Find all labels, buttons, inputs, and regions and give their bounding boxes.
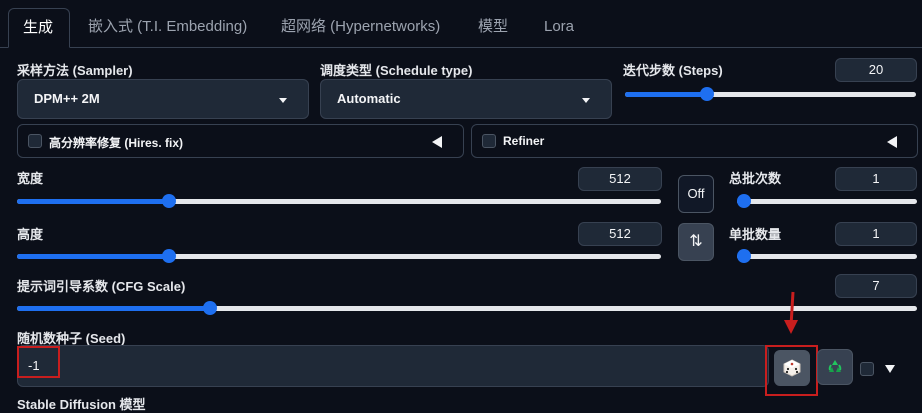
seed-input[interactable]: -1 xyxy=(17,345,769,387)
extra-seed-checkbox[interactable] xyxy=(860,362,874,376)
annotation-arrow-icon xyxy=(784,291,798,334)
seed-highlight-box xyxy=(17,346,60,378)
triangle-down-icon[interactable] xyxy=(884,364,896,374)
refiner-label: Refiner xyxy=(503,134,545,148)
sd-model-label: Stable Diffusion 模型 xyxy=(17,397,146,412)
tab-embedding[interactable]: 嵌入式 (T.I. Embedding) xyxy=(88,8,247,48)
slider-thumb[interactable] xyxy=(203,301,218,315)
sampler-dropdown[interactable]: DPM++ 2M xyxy=(17,79,309,119)
collapse-arrow-icon[interactable] xyxy=(432,136,442,148)
chevron-down-icon xyxy=(582,98,590,103)
chevron-down-icon xyxy=(279,98,287,103)
slider-thumb[interactable] xyxy=(737,194,751,208)
hires-fix-checkbox[interactable] xyxy=(28,134,42,148)
batch-size-label: 单批数量 xyxy=(729,227,782,242)
refiner-accordion[interactable]: Refiner xyxy=(471,124,918,158)
reuse-seed-button[interactable] xyxy=(817,349,853,385)
height-slider[interactable] xyxy=(17,248,661,264)
batch-count-label: 总批次数 xyxy=(729,171,782,186)
swap-dimensions-button[interactable]: ⇅ xyxy=(678,223,714,261)
schedule-dropdown[interactable]: Automatic xyxy=(320,79,612,119)
tab-lora[interactable]: Lora xyxy=(544,8,574,48)
off-button[interactable]: Off xyxy=(678,175,714,213)
height-input[interactable]: 512 xyxy=(578,222,662,246)
width-slider[interactable] xyxy=(17,193,661,209)
height-label: 高度 xyxy=(17,227,44,242)
batch-size-slider[interactable] xyxy=(737,248,917,264)
width-label: 宽度 xyxy=(17,171,44,186)
hires-fix-accordion[interactable]: 高分辨率修复 (Hires. fix) xyxy=(17,124,464,158)
sampler-label: 采样方法 (Sampler) xyxy=(17,63,133,78)
cfg-input[interactable]: 7 xyxy=(835,274,917,298)
collapse-arrow-icon[interactable] xyxy=(887,136,897,148)
tab-hypernetworks[interactable]: 超网络 (Hypernetworks) xyxy=(281,8,440,48)
slider-thumb[interactable] xyxy=(699,87,714,101)
slider-thumb[interactable] xyxy=(161,249,176,263)
steps-slider[interactable] xyxy=(625,86,916,102)
sampler-value: DPM++ 2M xyxy=(34,91,100,106)
hires-fix-label: 高分辨率修复 (Hires. fix) xyxy=(49,136,184,150)
slider-thumb[interactable] xyxy=(161,194,176,208)
width-input[interactable]: 512 xyxy=(578,167,662,191)
tab-generate[interactable]: 生成 xyxy=(8,8,70,48)
slider-thumb[interactable] xyxy=(737,249,751,263)
batch-count-slider[interactable] xyxy=(737,193,917,209)
steps-label: 迭代步数 (Steps) xyxy=(623,63,723,78)
steps-input[interactable]: 20 xyxy=(835,58,917,82)
refiner-checkbox[interactable] xyxy=(482,134,496,148)
recycle-icon xyxy=(828,360,842,372)
schedule-label: 调度类型 (Schedule type) xyxy=(320,63,473,78)
schedule-value: Automatic xyxy=(337,91,401,106)
batch-count-input[interactable]: 1 xyxy=(835,167,917,191)
tab-models[interactable]: 模型 xyxy=(478,8,508,48)
dice-highlight-box xyxy=(765,345,818,396)
cfg-label: 提示词引导系数 (CFG Scale) xyxy=(17,279,186,294)
tab-bar: 生成 嵌入式 (T.I. Embedding) 超网络 (Hypernetwor… xyxy=(0,0,922,48)
batch-size-input[interactable]: 1 xyxy=(835,222,917,246)
